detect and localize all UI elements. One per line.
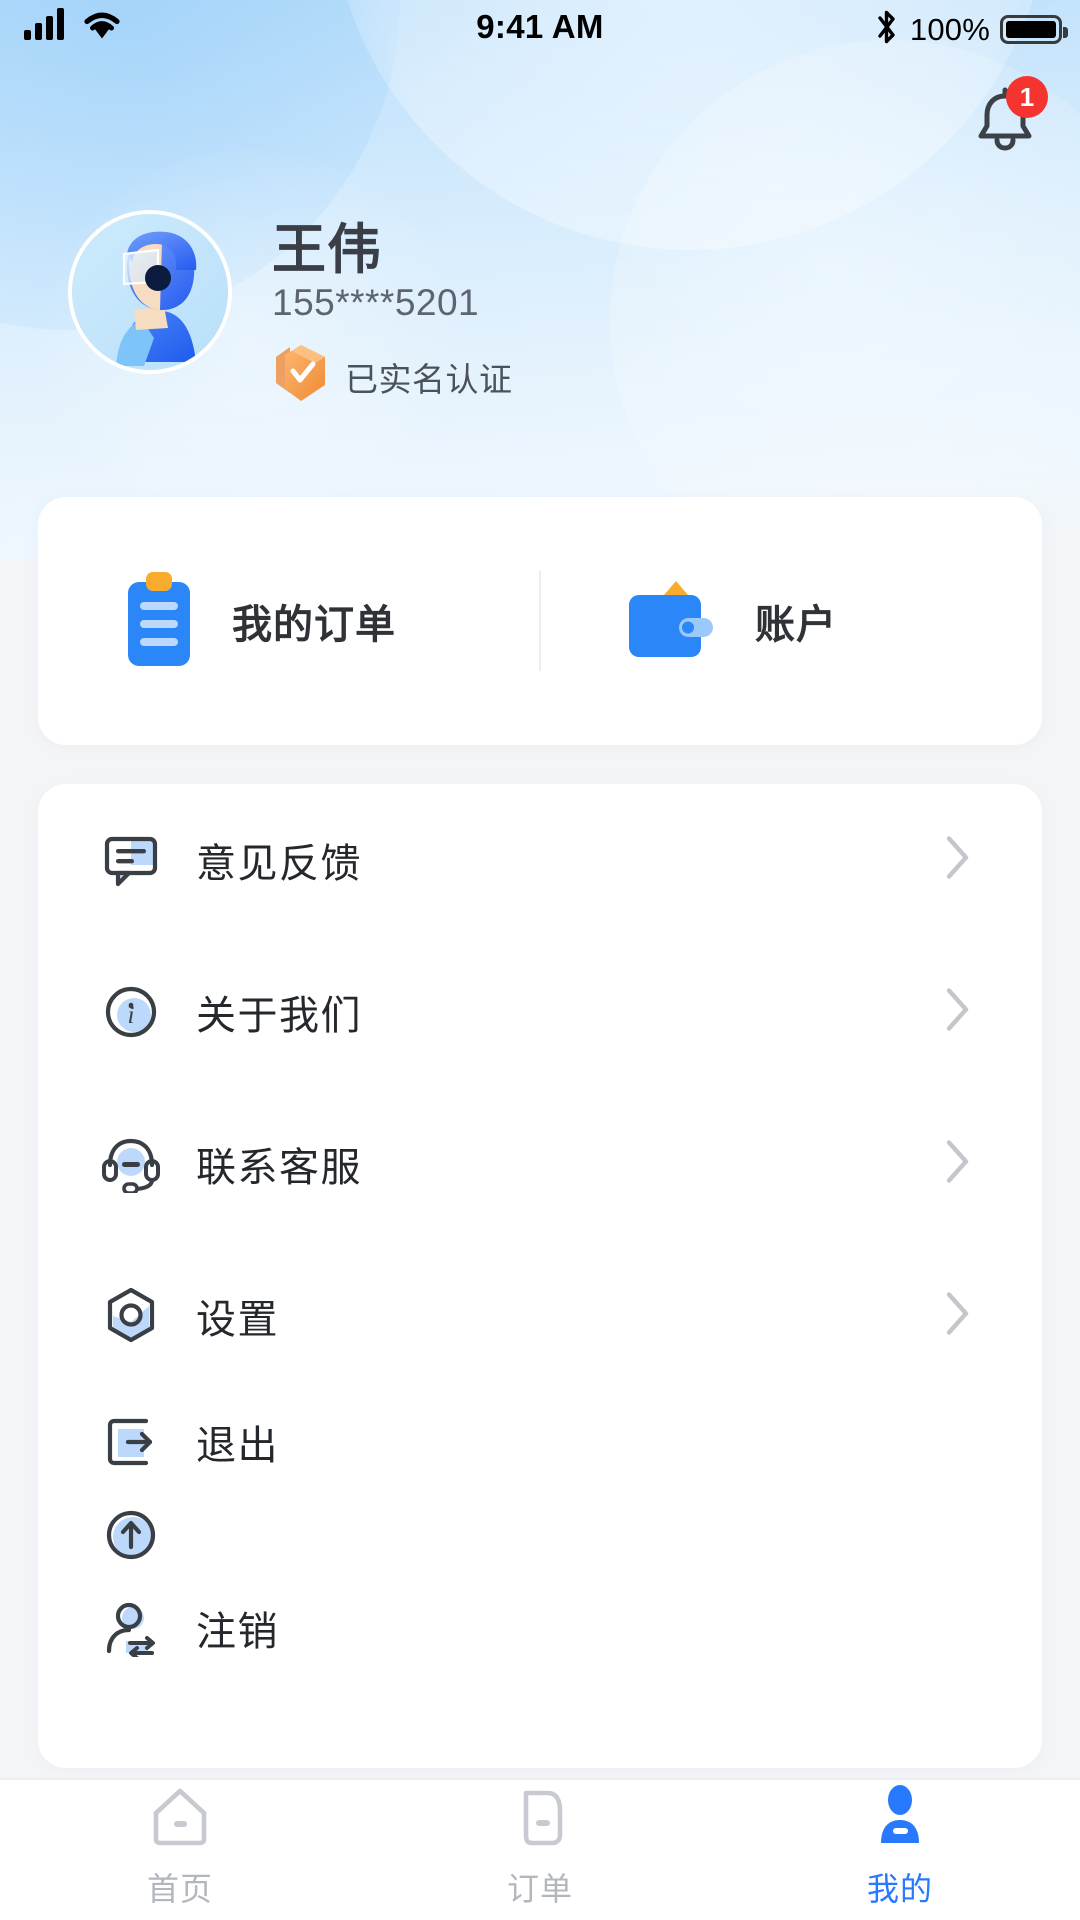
menu-item-support[interactable]: 联系客服 — [100, 1088, 980, 1240]
notification-badge: 1 — [1006, 76, 1048, 118]
menu-item-upload[interactable] — [100, 1492, 980, 1578]
bell-icon — [966, 87, 1044, 164]
quick-action-account[interactable]: 账户 — [541, 497, 1042, 745]
menu-item-feedback[interactable]: 意见反馈 — [100, 784, 980, 936]
menu-item-label: 注销 — [196, 1610, 279, 1654]
quick-action-label: 我的订单 — [232, 603, 396, 647]
chevron-right-icon — [944, 1138, 972, 1191]
account-deregister-icon — [100, 1599, 162, 1657]
tab-label: 订单 — [506, 1870, 573, 1907]
chevron-right-icon — [944, 834, 972, 887]
battery-percent-label: 100% — [909, 11, 990, 47]
settings-hexagon-icon — [100, 1286, 162, 1346]
chevron-right-icon — [944, 986, 972, 1039]
quick-actions-card: 我的订单 账户 — [38, 497, 1042, 745]
profile-screen: 9:41 AM 100% 1 王伟 155****5201 已实名认证 我的订单… — [0, 0, 1080, 1920]
feedback-bubble-icon — [100, 831, 162, 889]
profile-name: 王伟 — [272, 220, 382, 280]
tab-label: 我的 — [866, 1870, 933, 1907]
order-doc-icon — [507, 1783, 573, 1854]
tab-orders[interactable]: 订单 — [360, 1780, 720, 1920]
bottom-tab-bar: 首页 订单 我的 — [0, 1778, 1080, 1920]
status-right-group: 100% — [874, 9, 1068, 50]
menu-item-label: 联系客服 — [196, 1146, 362, 1190]
profile-header: 王伟 155****5201 已实名认证 — [0, 205, 1080, 445]
menu-item-logout[interactable]: 退出 — [100, 1392, 980, 1492]
verified-label: 已实名认证 — [345, 360, 513, 398]
verified-badge: 已实名认证 — [272, 343, 513, 410]
info-circle-icon: i — [100, 983, 162, 1041]
notification-button[interactable]: 1 — [966, 76, 1048, 160]
avatar[interactable] — [68, 210, 232, 374]
tab-mine[interactable]: 我的 — [720, 1780, 1080, 1920]
quick-action-my-orders[interactable]: 我的订单 — [38, 497, 539, 745]
arrow-up-circle-icon — [100, 1506, 162, 1564]
shield-check-icon — [272, 343, 330, 410]
battery-full-icon — [1000, 15, 1068, 44]
svg-text:i: i — [128, 1002, 135, 1029]
menu-item-deregister[interactable]: 注销 — [100, 1578, 980, 1678]
wallet-icon — [621, 573, 721, 670]
menu-item-label: 关于我们 — [196, 994, 362, 1038]
bluetooth-icon — [874, 9, 900, 50]
tab-home[interactable]: 首页 — [0, 1780, 360, 1920]
profile-phone: 155****5201 — [272, 282, 480, 323]
logout-icon — [100, 1413, 162, 1471]
quick-action-label: 账户 — [755, 603, 837, 647]
menu-card: 意见反馈 i 关于我们 联系客服 设置 退出 注销 — [38, 784, 1042, 1768]
menu-item-about[interactable]: i 关于我们 — [100, 936, 980, 1088]
person-icon — [867, 1783, 933, 1854]
headset-support-icon — [100, 1135, 162, 1193]
home-icon — [147, 1783, 213, 1854]
menu-item-label: 意见反馈 — [196, 842, 362, 886]
menu-item-settings[interactable]: 设置 — [100, 1240, 980, 1392]
chevron-right-icon — [944, 1290, 972, 1343]
tab-label: 首页 — [146, 1870, 213, 1907]
status-bar: 9:41 AM 100% — [0, 0, 1080, 56]
menu-item-label: 退出 — [196, 1424, 279, 1468]
clipboard-order-icon — [120, 570, 198, 673]
menu-item-label: 设置 — [196, 1298, 279, 1342]
